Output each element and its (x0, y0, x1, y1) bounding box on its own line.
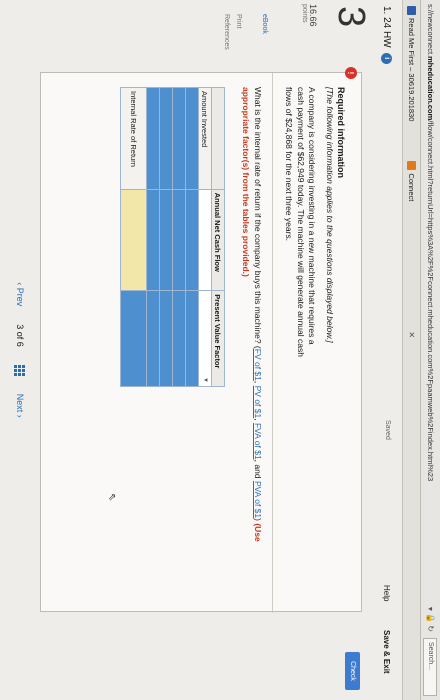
book-icon (407, 6, 416, 15)
alert-icon: ! (345, 67, 357, 79)
table-header-pv-factor: Present Value Factor (211, 290, 225, 387)
connect-icon (407, 161, 416, 171)
required-body: A company is considering investing in a … (284, 87, 318, 357)
table-cell (159, 189, 173, 291)
url-path: /flow/connect.html?returnUrl=https%3A%2F… (426, 120, 435, 482)
assignment-header: 1. 24 HW i Saved Help Save & Exit (372, 0, 402, 700)
save-exit-button[interactable]: Save & Exit (382, 630, 391, 674)
mouse-cursor-icon: ⇖ (106, 493, 117, 502)
table-row (159, 87, 173, 387)
fva-table-link[interactable]: FVA of $1 (253, 423, 263, 460)
table-header-cash-flow: Annual Net Cash Flow (211, 189, 225, 291)
table-row (146, 87, 160, 387)
question-prompt: What is the internal rate of return if t… (253, 87, 263, 344)
info-icon[interactable]: i (381, 52, 393, 64)
next-button[interactable]: Next › (15, 394, 25, 418)
table-cell (185, 290, 199, 387)
table-cell (146, 87, 160, 190)
irr-input[interactable] (120, 189, 147, 291)
reload-icon[interactable]: ▾ 🔒 ↻ (426, 607, 435, 632)
table-header-blank (211, 87, 225, 190)
bookmarks-bar: Read Me First – 30619.201830 Connect ✕ (402, 0, 420, 700)
question-text: What is the internal rate of return if t… (241, 87, 263, 542)
rotated-screen: s://newconnect.mheducation.com/flow/conn… (0, 0, 440, 700)
page-current: 3 (15, 324, 25, 330)
bookmark-read-me-first[interactable]: Read Me First – 30619.201830 (407, 6, 416, 121)
table-cell (172, 189, 186, 291)
required-title: Required information (336, 87, 346, 179)
chevron-down-icon: ▼ (202, 377, 208, 383)
question-panel: ! Required information [The following in… (40, 67, 362, 613)
table-cell (172, 290, 186, 387)
row-label-amount-invested: Amount Invested (198, 87, 212, 190)
bookmark-label: Connect (407, 173, 416, 202)
print-link[interactable]: Print (235, 14, 242, 28)
search-input[interactable]: Search... (423, 638, 438, 696)
table-header-row: Annual Net Cash Flow Present Value Facto… (211, 87, 225, 387)
table-cell (146, 189, 160, 291)
required-information: Required information [The following info… (283, 87, 347, 387)
table-cell (159, 290, 173, 387)
grid-icon[interactable] (14, 364, 26, 376)
required-note: [The following information applies to th… (324, 87, 335, 343)
references-link[interactable]: References (223, 14, 230, 50)
prev-button[interactable]: ‹ Prev (15, 282, 25, 306)
url-prefix: s://newconnect. (426, 4, 435, 57)
table-cell (159, 87, 173, 190)
bookmark-label: Read Me First – 30619.201830 (407, 18, 416, 122)
divider (272, 73, 273, 613)
bookmark-connect[interactable]: Connect (407, 161, 416, 201)
next-label: Next (15, 393, 25, 413)
question-number: 3 (330, 6, 372, 28)
table-cell (185, 189, 199, 291)
pv-factor-select[interactable]: ▼ (198, 290, 212, 387)
irr-table: Annual Net Cash Flow Present Value Facto… (120, 87, 225, 387)
saved-status: Saved (384, 420, 391, 440)
table-row: Amount Invested ▼ (198, 87, 212, 387)
assignment-title: 1. 24 HW i (381, 6, 393, 64)
pva-table-link[interactable]: PVA of $1 (253, 481, 263, 518)
url-text[interactable]: s://newconnect.mheducation.com/flow/conn… (426, 4, 435, 601)
table-cell (120, 290, 147, 387)
cash-flow-input[interactable] (198, 189, 212, 291)
fv-table-link[interactable]: FV of $1 (253, 349, 263, 381)
table-row (172, 87, 186, 387)
ebook-link[interactable]: eBook (261, 14, 268, 34)
prev-label: Prev (15, 287, 25, 307)
url-bar[interactable]: s://newconnect.mheducation.com/flow/conn… (420, 0, 440, 700)
close-icon[interactable]: ✕ (407, 331, 416, 338)
pagination: ‹ Prev 3 of 6 Next › (5, 0, 35, 700)
table-cell (185, 87, 199, 190)
table-row (185, 87, 199, 387)
help-link[interactable]: Help (382, 585, 391, 601)
points-value: 16.66 (308, 4, 318, 27)
page-indicator: 3 of 6 (15, 324, 25, 347)
points-label: points (301, 4, 308, 23)
url-host: mheducation.com (426, 56, 435, 121)
table-cell (146, 290, 160, 387)
row-label-irr: Internal Rate of Return (120, 87, 147, 190)
assignment-title-text: 1. 24 HW (381, 6, 393, 48)
table-cell (172, 87, 186, 190)
check-button[interactable]: Check (345, 652, 360, 690)
pv-table-link[interactable]: PV of $1 (253, 386, 263, 419)
table-row: Internal Rate of Return (120, 87, 147, 387)
page-total: of 6 (15, 331, 25, 347)
